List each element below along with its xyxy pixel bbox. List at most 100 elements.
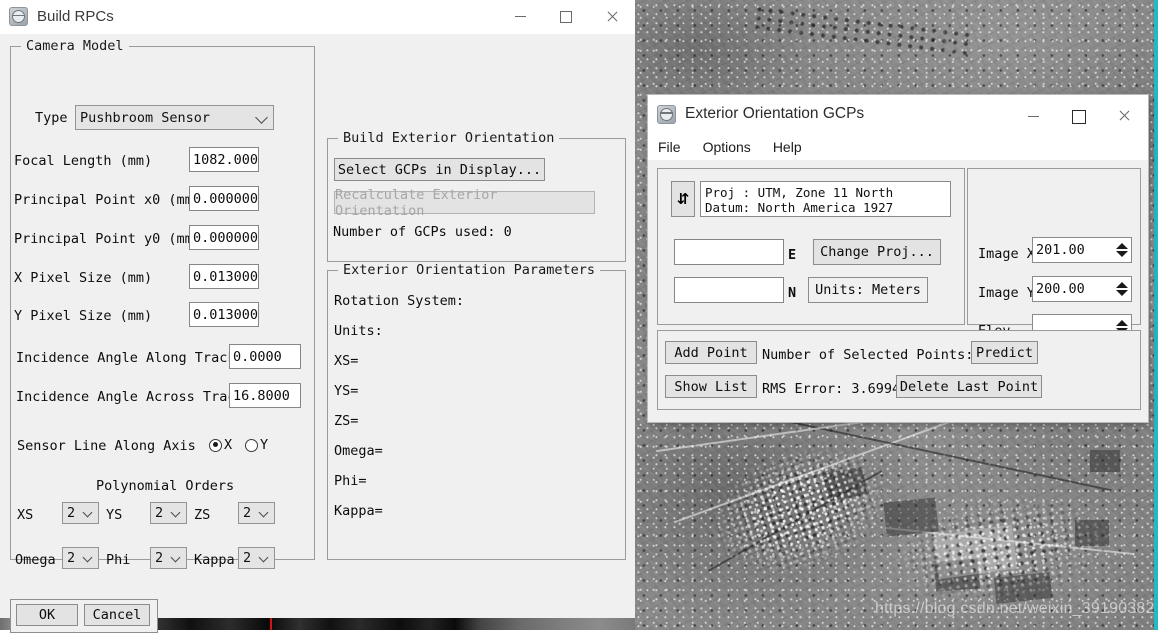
poly-xs-select[interactable]: 2 [62,502,99,524]
predict-button[interactable]: Predict [971,341,1038,364]
poly-kappa-label: Kappa [194,552,235,568]
poly-kappa-select[interactable]: 2 [238,547,275,569]
poly-xs-value: 2 [67,505,76,521]
app-globe-icon [657,104,676,124]
image-border-edge [1154,0,1158,630]
incidence-across-track-input[interactable]: 16.8000 [229,383,301,408]
sensor-axis-y-label: Y [260,437,269,453]
ok-button[interactable]: OK [16,604,78,626]
principal-point-x0-label: Principal Point x0 (mm) [14,192,201,208]
poly-phi-label: Phi [106,552,131,568]
cancel-button[interactable]: Cancel [84,604,150,626]
poly-ys-label: YS [106,507,123,523]
image-y-input[interactable]: 200.00 [1032,276,1132,302]
poly-ys-select[interactable]: 2 [150,502,187,524]
camera-model-legend: Camera Model [21,38,129,54]
poly-kappa-value: 2 [243,550,252,566]
window-title: Exterior Orientation GCPs [685,105,865,122]
y-pixel-size-label: Y Pixel Size (mm) [14,308,153,324]
gcp-titlebar[interactable]: Exterior Orientation GCPs [648,95,1148,133]
spinner-arrows-icon[interactable] [1115,280,1128,298]
radio-dot-icon [209,438,222,452]
select-gcps-button[interactable]: Select GCPs in Display... [334,158,545,181]
dialog-button-bar: OK Cancel [10,599,158,633]
chevron-down-icon [258,507,269,518]
chevron-down-icon [255,110,268,124]
projection-info: Proj : UTM, Zone 11 North Datum: North Am… [700,181,951,217]
eo-phi: Phi= [334,473,367,489]
image-y-value: 200.00 [1036,281,1085,297]
spinner-arrows-icon[interactable] [1115,241,1128,259]
build-rpcs-titlebar[interactable]: Build RPCs [0,0,635,34]
incidence-along-track-label: Incidence Angle Along Track [16,350,236,366]
chevron-down-icon [258,552,269,563]
poly-omega-value: 2 [67,550,76,566]
menu-item-file[interactable]: File [658,139,681,155]
build-rpcs-body: Camera Model Type Pushbroom Sensor Focal… [0,34,635,633]
focal-length-input[interactable]: 1082.000 [189,147,259,172]
camera-type-select[interactable]: Pushbroom Sensor [75,105,274,130]
delete-last-point-button[interactable]: Delete Last Point [896,375,1042,398]
gcp-body: ⇵ Proj : UTM, Zone 11 North Datum: North … [648,160,1148,422]
easting-input[interactable] [674,239,784,265]
poly-omega-select[interactable]: 2 [62,547,99,569]
incidence-along-track-input[interactable]: 0.0000 [229,344,301,369]
add-point-button[interactable]: Add Point [665,341,757,364]
projection-line2: Datum: North America 1927 [705,200,894,215]
up-down-arrow-icon[interactable]: ⇵ [671,181,695,217]
poly-zs-select[interactable]: 2 [238,502,275,524]
sensor-axis-x-radio[interactable]: X [209,437,232,453]
close-button[interactable] [589,0,635,33]
eo-rotation-system: Rotation System: [334,293,465,309]
close-button[interactable] [1102,98,1148,136]
show-list-button[interactable]: Show List [665,375,757,398]
chevron-down-icon [82,507,93,518]
poly-phi-select[interactable]: 2 [150,547,187,569]
selected-points-status: Number of Selected Points: 12 [762,347,998,363]
x-pixel-size-input[interactable]: 0.013000 [189,264,259,289]
type-label: Type [35,110,68,126]
poly-ys-value: 2 [155,505,164,521]
gcps-used-status: Number of GCPs used: 0 [333,224,512,240]
minimize-button[interactable] [497,0,543,33]
chevron-down-icon [82,552,93,563]
principal-point-y0-label: Principal Point y0 (mm) [14,231,201,247]
y-pixel-size-input[interactable]: 0.013000 [189,302,259,327]
incidence-across-track-label: Incidence Angle Across Track [16,389,244,405]
image-x-label: Image X [978,246,1035,262]
radio-dot-icon [245,438,258,452]
minimize-button[interactable] [1010,98,1056,136]
menu-item-help[interactable]: Help [773,139,802,155]
eo-ys: YS= [334,383,359,399]
app-globe-icon [9,7,28,26]
eo-omega: Omega= [334,443,383,459]
rms-error-status: RMS Error: 3.699440 [762,381,917,397]
focal-length-label: Focal Length (mm) [14,153,153,169]
image-y-label: Image Y [978,285,1035,301]
build-rpcs-window[interactable]: Build RPCs Camera Model Type Pushbroom S… [0,0,635,633]
principal-point-y0-input[interactable]: 0.000000 [189,225,259,250]
maximize-button[interactable] [543,0,589,33]
image-x-value: 201.00 [1036,242,1085,258]
change-projection-button[interactable]: Change Proj... [813,239,941,265]
window-controls [497,0,635,33]
menu-item-options[interactable]: Options [703,139,751,155]
projection-line1: Proj : UTM, Zone 11 North [705,185,894,200]
polynomial-orders-title: Polynomial Orders [96,478,235,494]
sensor-axis-y-radio[interactable]: Y [245,437,268,453]
northing-input[interactable] [674,277,784,303]
poly-zs-value: 2 [243,505,252,521]
sensor-axis-x-label: X [224,437,233,453]
poly-zs-label: ZS [194,507,211,523]
principal-point-x0-input[interactable]: 0.000000 [189,186,259,211]
units-display: Units: Meters [808,277,928,303]
maximize-button[interactable] [1056,98,1102,136]
image-x-input[interactable]: 201.00 [1032,237,1132,263]
eo-zs: ZS= [334,413,359,429]
eo-units: Units: [334,323,383,339]
poly-phi-value: 2 [155,550,164,566]
northing-label: N [788,285,797,301]
sensor-axis-label: Sensor Line Along Axis [17,438,196,454]
exterior-orientation-gcps-window[interactable]: Exterior Orientation GCPs File Options H… [648,95,1148,422]
recalculate-exterior-orientation-button[interactable]: Recalculate Exterior Orientation [334,187,595,219]
